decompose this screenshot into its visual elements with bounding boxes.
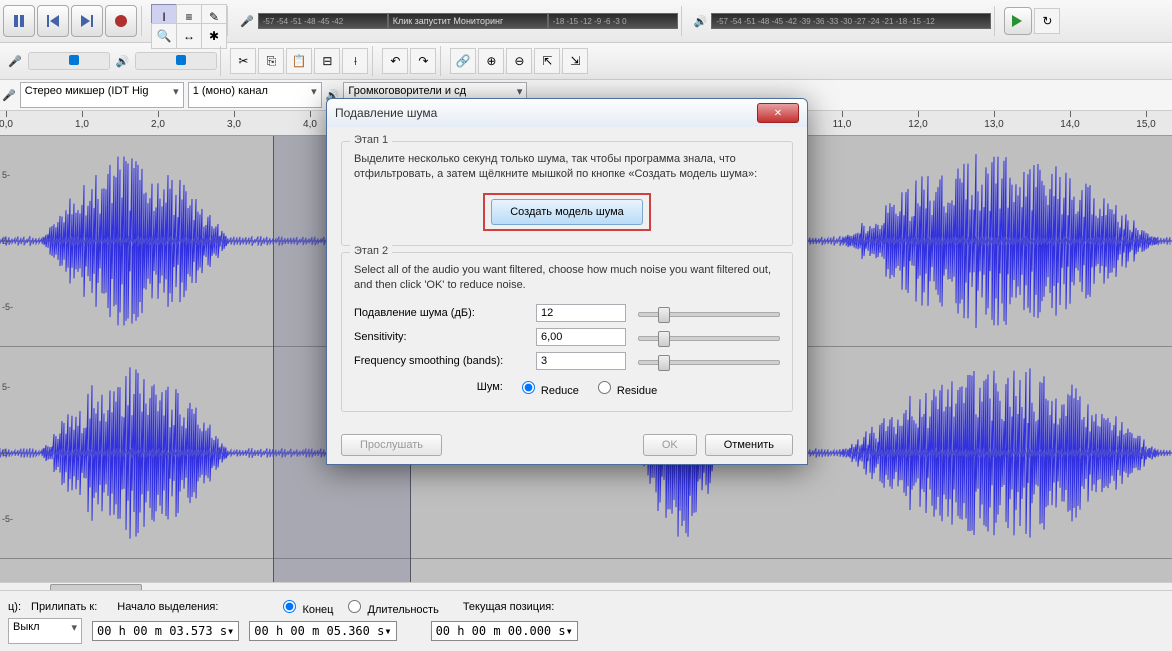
noise-reduction-dialog: Подавление шума ✕ Этап 1 Выделите нескол…	[326, 98, 808, 465]
paste-button[interactable]: 📋	[286, 48, 312, 74]
sel-start-label: Начало выделения:	[117, 601, 218, 613]
play-green-button[interactable]	[1004, 7, 1032, 35]
cut-button[interactable]: ✂	[230, 48, 256, 74]
play-volume-slider[interactable]	[135, 52, 217, 70]
sensitivity-slider[interactable]	[638, 328, 780, 346]
ok-button[interactable]: OK	[643, 434, 697, 456]
fit-project-button[interactable]: ⇲	[562, 48, 588, 74]
create-noise-model-button[interactable]: Создать модель шума	[491, 199, 643, 225]
step2-group: Этап 2 Select all of the audio you want …	[341, 252, 793, 412]
silence-button[interactable]: ⟊	[342, 48, 368, 74]
mic-icon-3: 🎤	[2, 89, 16, 102]
multi-tool[interactable]: ✱	[201, 23, 227, 49]
fit-selection-button[interactable]: ⇱	[534, 48, 560, 74]
record-meter-right[interactable]: -18 -15 -12 -9 -6 -3 0	[548, 13, 678, 29]
pos-label: Текущая позиция:	[463, 601, 554, 613]
step2-desc: Select all of the audio you want filtere…	[354, 263, 780, 294]
record-button[interactable]	[105, 5, 137, 37]
skip-end-button[interactable]	[71, 5, 103, 37]
transport-toolbar: I ≡ ✎ 🔍 ↔ ✱ 🎤 -57 -54 -51 -48 -45 -42 Кл…	[0, 0, 1172, 43]
copy-button[interactable]: ⎘	[258, 48, 284, 74]
loop-button[interactable]: ↻	[1034, 8, 1060, 34]
hz-label: ц):	[8, 601, 21, 613]
dialog-title-text: Подавление шума	[335, 106, 437, 120]
step1-desc: Выделите несколько секунд только шума, т…	[354, 152, 780, 183]
zoom-tool[interactable]: 🔍	[151, 23, 177, 49]
create-model-highlight: Создать модель шума	[483, 193, 651, 231]
noise-db-slider[interactable]	[638, 304, 780, 322]
redo-button[interactable]: ↷	[410, 48, 436, 74]
zoom-out-button[interactable]: ⊖	[506, 48, 532, 74]
duration-radio[interactable]	[348, 600, 361, 613]
play-meter[interactable]: -57 -54 -51 -48 -45 -42 -39 -36 -33 -30 …	[711, 13, 991, 29]
noise-db-label: Подавление шума (дБ):	[354, 307, 524, 319]
cancel-button[interactable]: Отменить	[705, 434, 793, 456]
end-radio[interactable]	[283, 600, 296, 613]
freq-smooth-input[interactable]	[536, 352, 626, 370]
step2-title: Этап 2	[350, 245, 392, 257]
speaker-icon: 🔊	[694, 15, 708, 28]
reduce-radio[interactable]	[522, 381, 535, 394]
mic-icon-2: 🎤	[8, 55, 22, 68]
speaker-icon-2: 🔊	[116, 55, 130, 68]
freq-smooth-slider[interactable]	[638, 352, 780, 370]
step1-title: Этап 1	[350, 134, 392, 146]
mic-icon: 🎤	[240, 15, 254, 28]
time-end-box[interactable]: 00 h 00 m 05.360 s▾	[249, 621, 396, 641]
timeshift-tool[interactable]: ↔	[176, 23, 202, 49]
sync-lock-button[interactable]: 🔗	[450, 48, 476, 74]
second-toolbar: 🎤 🔊 ✂ ⎘ 📋 ⊟ ⟊ ↶ ↷ 🔗 ⊕ ⊖ ⇱ ⇲	[0, 43, 1172, 80]
channels-dropdown[interactable]: 1 (моно) канал	[188, 82, 322, 108]
time-start-box[interactable]: 00 h 00 m 03.573 s▾	[92, 621, 239, 641]
snap-dropdown[interactable]: Выкл	[8, 618, 82, 644]
snap-label: Прилипать к:	[31, 601, 97, 613]
dialog-titlebar[interactable]: Подавление шума ✕	[327, 99, 807, 127]
skip-start-button[interactable]	[37, 5, 69, 37]
zoom-in-button[interactable]: ⊕	[478, 48, 504, 74]
preview-button[interactable]: Прослушать	[341, 434, 442, 456]
close-button[interactable]: ✕	[757, 103, 799, 123]
noise-db-input[interactable]	[536, 304, 626, 322]
input-device-dropdown[interactable]: Стерео микшер (IDT Hig	[20, 82, 184, 108]
residue-radio[interactable]	[598, 381, 611, 394]
record-meter-click[interactable]: Клик запустит Мониторинг	[388, 13, 548, 29]
sensitivity-label: Sensitivity:	[354, 331, 524, 343]
sensitivity-input[interactable]	[536, 328, 626, 346]
noise-mode-label: Шум:	[477, 381, 503, 393]
step1-group: Этап 1 Выделите несколько секунд только …	[341, 141, 793, 246]
freq-smooth-label: Frequency smoothing (bands):	[354, 355, 524, 367]
time-pos-box[interactable]: 00 h 00 m 00.000 s▾	[431, 621, 578, 641]
selection-toolbar: ц): Прилипать к: Начало выделения: Конец…	[0, 590, 1172, 651]
trim-button[interactable]: ⊟	[314, 48, 340, 74]
record-volume-slider[interactable]	[28, 52, 110, 70]
record-meter-left[interactable]: -57 -54 -51 -48 -45 -42	[258, 13, 388, 29]
undo-button[interactable]: ↶	[382, 48, 408, 74]
pause-button[interactable]	[3, 5, 35, 37]
